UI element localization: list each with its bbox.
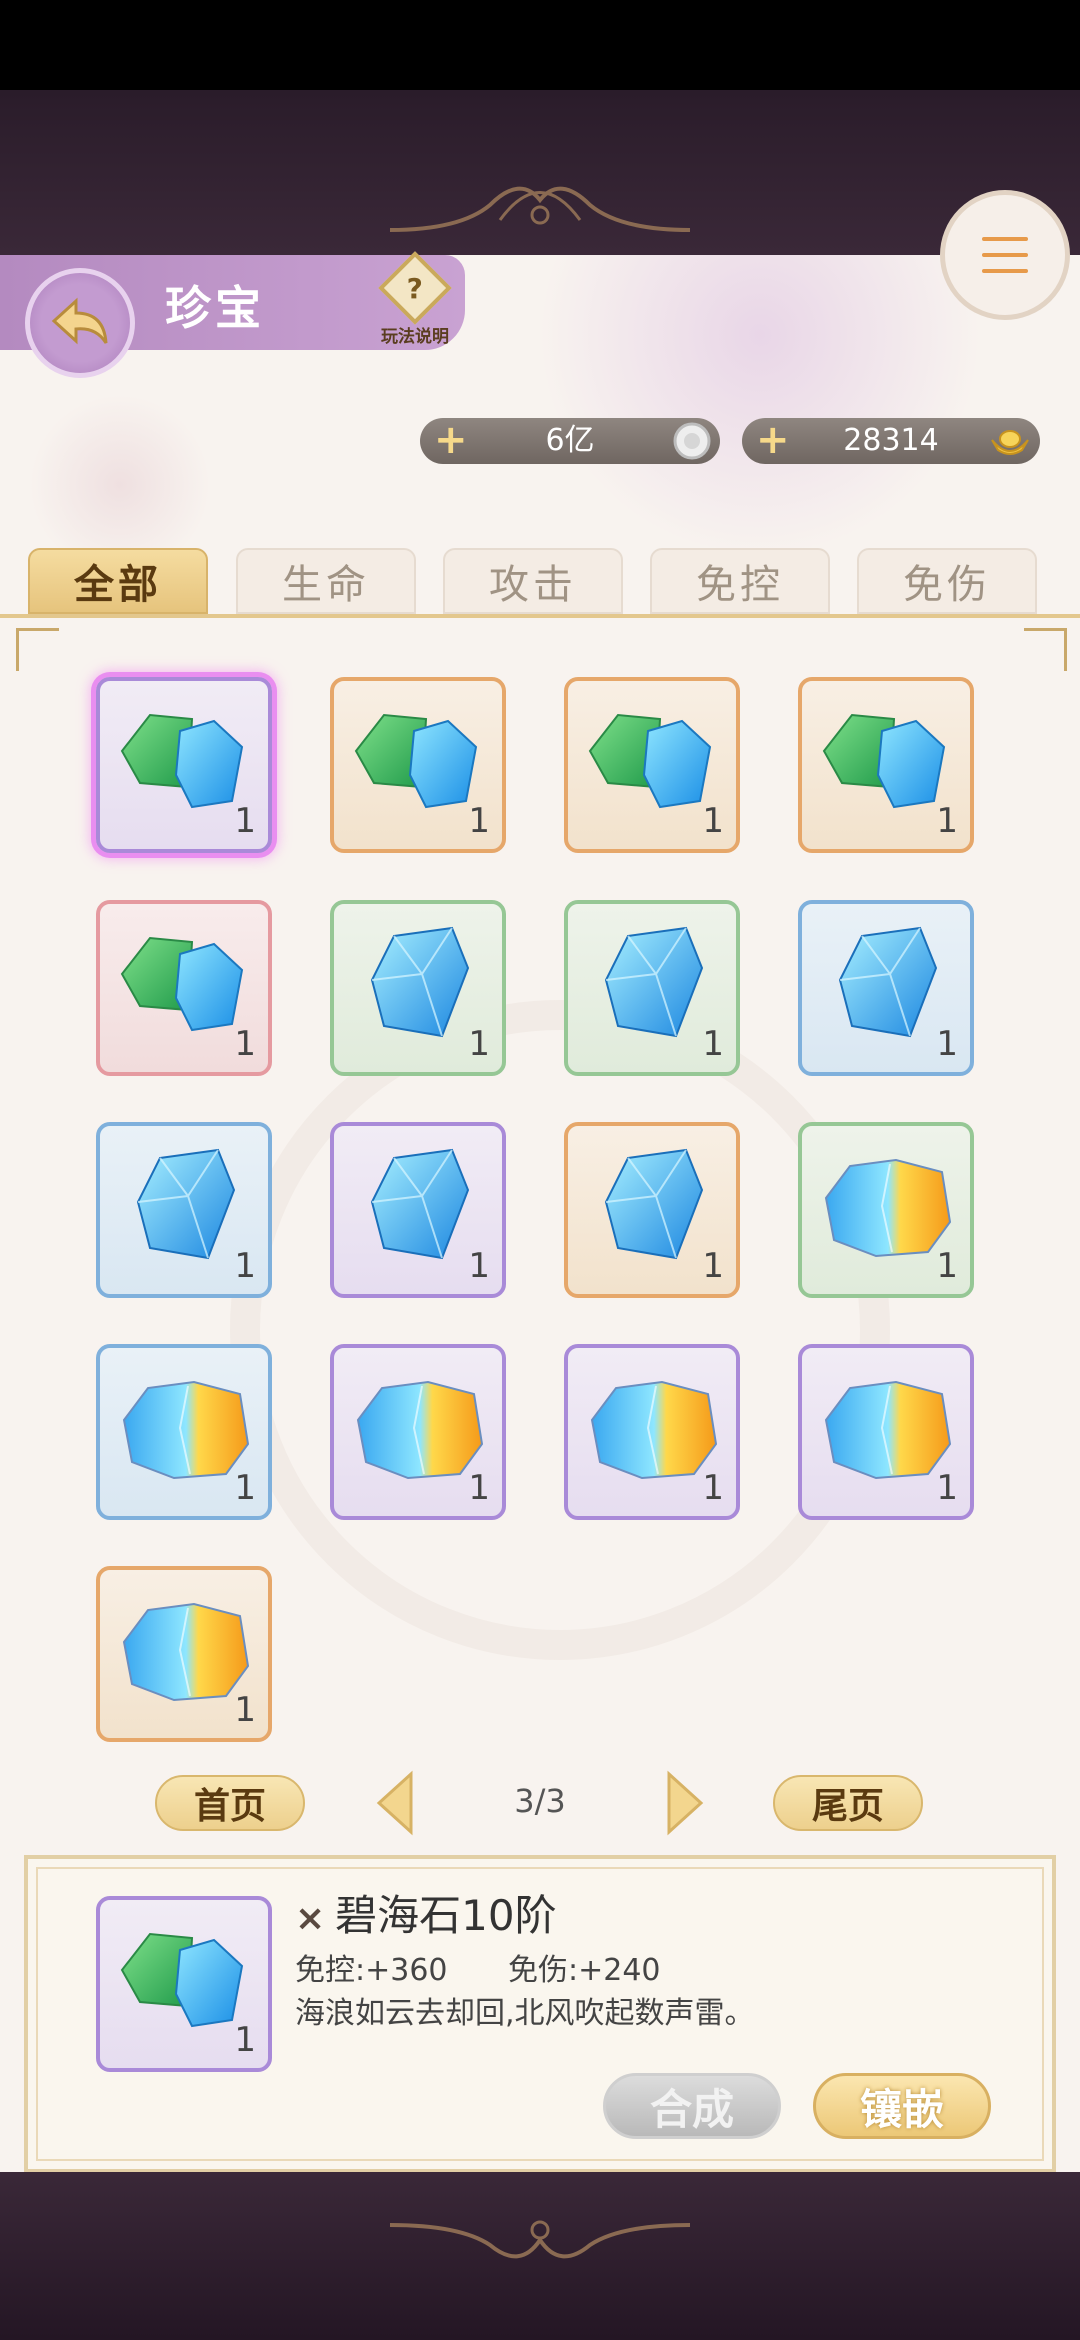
header-ornament bbox=[389, 186, 691, 232]
item-slot[interactable]: 1 bbox=[96, 900, 272, 1076]
item-slot[interactable]: 1 bbox=[564, 1344, 740, 1520]
compose-button[interactable]: 合成 bbox=[603, 2073, 781, 2139]
item-slot[interactable]: 1 bbox=[330, 1122, 506, 1298]
item-slot[interactable]: 1 bbox=[798, 900, 974, 1076]
item-slot[interactable]: 1 bbox=[330, 900, 506, 1076]
item-slot[interactable]: 1 bbox=[798, 677, 974, 853]
help-label: 玩法说明 bbox=[381, 327, 449, 347]
stat-damage-immune: 免伤:+240 bbox=[508, 1953, 661, 1988]
tab-all[interactable]: 全部 bbox=[28, 548, 208, 614]
item-qty: 1 bbox=[936, 1246, 958, 1286]
help-button[interactable]: ? 玩法说明 bbox=[375, 251, 455, 352]
item-qty: 1 bbox=[702, 801, 724, 841]
item-slot[interactable]: 1 bbox=[330, 1344, 506, 1520]
item-slot[interactable]: 1 bbox=[330, 677, 506, 853]
tab-damage-immune[interactable]: 免伤 bbox=[857, 548, 1037, 614]
close-detail-icon[interactable]: × bbox=[295, 1898, 325, 1939]
item-slot[interactable]: 1 bbox=[798, 1122, 974, 1298]
background-emblem bbox=[230, 1000, 890, 1660]
status-bar bbox=[0, 0, 1080, 90]
next-page-icon[interactable] bbox=[665, 1770, 705, 1836]
tab-attack[interactable]: 攻击 bbox=[443, 548, 623, 614]
corner-ornament-right bbox=[1024, 628, 1067, 671]
item-qty: 1 bbox=[468, 1246, 490, 1286]
item-qty: 1 bbox=[468, 801, 490, 841]
item-qty: 1 bbox=[936, 1024, 958, 1064]
tab-control-immune[interactable]: 免控 bbox=[650, 548, 830, 614]
detail-title: × 碧海石10阶 bbox=[295, 1882, 557, 1943]
gold-currency[interactable]: + 28314 bbox=[742, 418, 1040, 464]
item-slot[interactable]: 1 bbox=[96, 1566, 272, 1742]
prev-page-icon[interactable] bbox=[375, 1770, 415, 1836]
item-qty: 1 bbox=[234, 1468, 256, 1508]
tab-underline bbox=[0, 614, 1080, 618]
item-slot[interactable]: 1 bbox=[96, 677, 272, 853]
item-slot[interactable]: 1 bbox=[564, 677, 740, 853]
detail-item-qty: 1 bbox=[234, 2020, 256, 2060]
back-arrow-icon bbox=[51, 297, 108, 345]
help-icon: ? bbox=[378, 251, 452, 325]
page-title: 珍宝 bbox=[165, 281, 265, 335]
last-page-button[interactable]: 尾页 bbox=[773, 1775, 923, 1831]
back-button[interactable] bbox=[25, 268, 135, 378]
item-qty: 1 bbox=[702, 1468, 724, 1508]
item-qty: 1 bbox=[234, 1246, 256, 1286]
item-qty: 1 bbox=[468, 1468, 490, 1508]
item-qty: 1 bbox=[936, 1468, 958, 1508]
stat-control-immune: 免控:+360 bbox=[295, 1953, 448, 1988]
silver-currency[interactable]: + 6亿 bbox=[420, 418, 720, 464]
item-qty: 1 bbox=[234, 801, 256, 841]
item-qty: 1 bbox=[234, 1690, 256, 1730]
item-qty: 1 bbox=[702, 1024, 724, 1064]
item-qty: 1 bbox=[936, 801, 958, 841]
item-qty: 1 bbox=[702, 1246, 724, 1286]
hamburger-icon bbox=[982, 237, 1028, 273]
item-slot[interactable]: 1 bbox=[96, 1122, 272, 1298]
item-slot[interactable]: 1 bbox=[564, 900, 740, 1076]
item-qty: 1 bbox=[468, 1024, 490, 1064]
page-indicator: 3/3 bbox=[514, 1782, 566, 1820]
item-qty: 1 bbox=[234, 1024, 256, 1064]
item-name: 碧海石10阶 bbox=[335, 1891, 557, 1940]
first-page-button[interactable]: 首页 bbox=[155, 1775, 305, 1831]
corner-ornament-left bbox=[16, 628, 59, 671]
item-slot[interactable]: 1 bbox=[564, 1122, 740, 1298]
menu-button[interactable] bbox=[940, 190, 1070, 320]
inlay-button[interactable]: 镶嵌 bbox=[813, 2073, 991, 2139]
item-slot[interactable]: 1 bbox=[96, 1344, 272, 1520]
silver-coin-icon bbox=[673, 422, 711, 460]
detail-item-slot: 1 bbox=[96, 1896, 272, 2072]
item-slot[interactable]: 1 bbox=[798, 1344, 974, 1520]
item-description: 海浪如云去却回,北风吹起数声雷。 bbox=[295, 1996, 755, 2031]
tab-life[interactable]: 生命 bbox=[236, 548, 416, 614]
footer-ornament bbox=[389, 2220, 691, 2259]
gold-ingot-icon bbox=[991, 430, 1029, 455]
